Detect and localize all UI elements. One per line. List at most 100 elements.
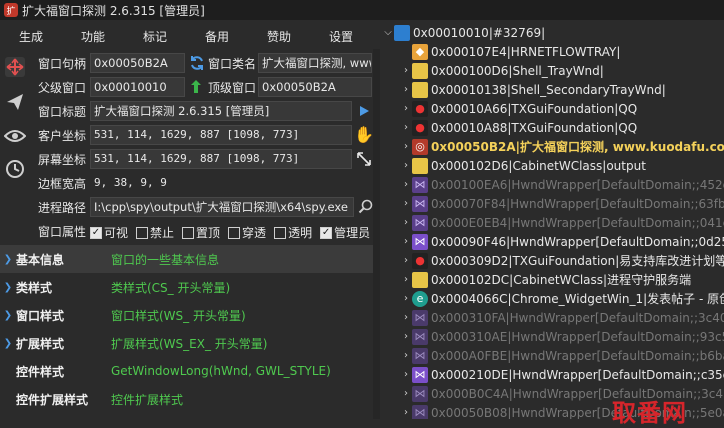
tree-node[interactable]: › ⋈ 0x000E0EB4|HwndWrapper[DefaultDomain… <box>400 213 724 232</box>
chevron-down-icon[interactable]: ⌵ <box>382 27 394 38</box>
chevron-right-icon[interactable]: › <box>400 407 412 418</box>
chevron-right-icon[interactable]: › <box>400 122 412 133</box>
tree-node-label: 0x000102DC|CabinetWClass|进程守护服务端 <box>431 273 692 287</box>
prop-row-ex-style[interactable]: ❯ 扩展样式 扩展样式(WS_EX_ 开头常量) <box>0 329 373 357</box>
client-coords-label: 客户坐标 <box>38 128 87 143</box>
transparent-checkbox[interactable]: 透明 <box>274 224 312 241</box>
watermark-logo: 取番网 <box>612 398 687 427</box>
prop-row-control-style[interactable]: 控件样式 GetWindowLong(hWnd, GWL_STYLE) <box>0 357 373 385</box>
prop-row-control-ex-style[interactable]: 控件扩展样式 控件扩展样式 <box>0 385 373 413</box>
vs-icon: ⋈ <box>412 385 428 402</box>
goto-parent-icon[interactable] <box>190 79 206 95</box>
send-icon[interactable] <box>3 90 27 114</box>
chevron-right-icon[interactable]: › <box>400 141 412 152</box>
topmost-checkbox[interactable]: 置顶 <box>182 224 220 241</box>
tree-node[interactable]: ⌵ 0x00010010|#32769| <box>382 23 545 42</box>
chevron-right-icon[interactable]: › <box>400 84 412 95</box>
chevron-right-icon[interactable]: › <box>400 103 412 114</box>
tree-node[interactable]: › ● 0x00010A88|TXGuiFoundation|QQ <box>400 118 637 137</box>
chevron-right-icon[interactable]: › <box>400 274 412 285</box>
window-title-field[interactable]: 扩大福窗口探测 2.6.315 [管理员] <box>90 101 352 121</box>
prop-row-window-style[interactable]: ❯ 窗口样式 窗口样式(WS_ 开头常量) <box>0 301 373 329</box>
chevron-right-icon[interactable]: › <box>400 350 412 361</box>
passthrough-checkbox[interactable]: 穿透 <box>228 224 266 241</box>
tree-node[interactable]: › 0x000102DC|CabinetWClass|进程守护服务端 <box>400 270 691 289</box>
menu-settings[interactable]: 设置 <box>310 27 372 47</box>
tree-node[interactable]: › ⋈ 0x000310FA|HwndWrapper[DefaultDomain… <box>400 308 724 327</box>
menu-spare[interactable]: 备用 <box>186 27 248 47</box>
client-row: 客户坐标 531, 114, 1629, 887 [1098, 773] ✋ <box>32 125 374 145</box>
tree-node[interactable]: › ⋈ 0x00070F84|HwndWrapper[DefaultDomain… <box>400 194 724 213</box>
disabled-checkbox[interactable]: 禁止 <box>136 224 174 241</box>
chevron-right-icon[interactable]: › <box>400 236 412 247</box>
tree-node[interactable]: › e 0x0004066C|Chrome_WidgetWin_1|发表帖子 -… <box>400 289 724 308</box>
handle-field[interactable]: 0x00050B2A <box>90 53 185 73</box>
folder-icon <box>412 271 428 288</box>
tree-node[interactable]: › 0x00010138|Shell_SecondaryTrayWnd| <box>400 80 666 99</box>
handle-label: 窗口句柄 <box>38 56 87 71</box>
tree-node[interactable]: › 0x000102D6|CabinetWClass|output <box>400 156 646 175</box>
screen-coords-field[interactable]: 531, 114, 1629, 887 [1098, 773] <box>90 149 352 169</box>
admin-checkbox[interactable]: ✓ 管理员 <box>320 224 370 241</box>
client-coords-field[interactable]: 531, 114, 1629, 887 [1098, 773] <box>90 125 352 145</box>
chevron-right-icon[interactable]: › <box>400 255 412 266</box>
prop-value: GetWindowLong(hWnd, GWL_STYLE) <box>111 364 331 378</box>
menu-generate[interactable]: 生成 <box>0 27 62 47</box>
tree-node-label: 0x0004066C|Chrome_WidgetWin_1|发表帖子 - 原创 <box>431 292 724 306</box>
checkbox-unchecked-icon <box>136 226 149 239</box>
process-path-field[interactable]: I:\cpp\spy\output\扩大福窗口探测\x64\spy.exe <box>90 197 354 217</box>
tree-node[interactable]: ◆ 0x000107E4|HRNETFLOWTRAY| <box>400 42 620 61</box>
chevron-right-icon[interactable]: › <box>400 65 412 76</box>
play-icon[interactable] <box>358 105 370 117</box>
prop-row-class-style[interactable]: ❯ 类样式 类样式(CS_ 开头常量) <box>0 273 373 301</box>
tree-node[interactable]: › ● 0x00010A66|TXGuiFoundation|QQ <box>400 99 637 118</box>
tree-node[interactable]: › ⋈ 0x000310AE|HwndWrapper[DefaultDomain… <box>400 327 724 346</box>
screen-row: 屏幕坐标 531, 114, 1629, 887 [1098, 773] <box>32 149 372 169</box>
tree-node[interactable]: › ⋈ 0x00090F46|HwndWrapper[DefaultDomain… <box>400 232 724 251</box>
tree-node[interactable]: › ⋈ 0x000210DE|HwndWrapper[DefaultDomain… <box>400 365 724 384</box>
tool-strip <box>0 49 30 199</box>
parent-field[interactable]: 0x00010010 <box>90 77 185 97</box>
window-tree[interactable]: ⌵ 0x00010010|#32769| ◆ 0x000107E4|HRNETF… <box>382 22 724 419</box>
visible-checkbox[interactable]: ✓ 可视 <box>90 224 128 241</box>
prop-row-basic-info[interactable]: ❯ 基本信息 窗口的一些基本信息 <box>0 245 373 273</box>
tree-node-selected[interactable]: › ◎ 0x00050B2A|扩大福窗口探测, www.kuodafu.com|… <box>400 137 724 156</box>
hand-cursor-icon[interactable]: ✋ <box>354 125 374 145</box>
resize-icon[interactable] <box>356 151 372 167</box>
prop-value: 窗口的一些基本信息 <box>111 252 220 267</box>
tree-node[interactable]: › ⋈ 0x00100EA6|HwndWrapper[DefaultDomain… <box>400 175 724 194</box>
chevron-right-icon[interactable]: › <box>400 388 412 399</box>
chevron-right-icon[interactable]: › <box>400 312 412 323</box>
chevron-right-icon[interactable]: › <box>400 331 412 342</box>
vs-icon: ⋈ <box>412 404 428 419</box>
search-icon[interactable] <box>358 199 374 215</box>
menu-function[interactable]: 功能 <box>62 27 124 47</box>
classname-field[interactable]: 扩大福窗口探测, www.kud <box>258 53 372 73</box>
refresh-icon[interactable] <box>188 54 206 72</box>
splitter-scrollbar[interactable] <box>373 49 380 419</box>
chevron-right-icon[interactable]: › <box>400 179 412 190</box>
clock-icon[interactable] <box>3 157 27 181</box>
border-size-value: 9, 38, 9, 9 <box>94 176 167 189</box>
transparent-checkbox-label: 透明 <box>288 226 313 240</box>
chevron-right-icon[interactable]: › <box>400 217 412 228</box>
prop-value: 类样式(CS_ 开头常量) <box>111 280 231 295</box>
eye-icon[interactable] <box>3 124 27 148</box>
tree-node[interactable]: › 0x000100D6|Shell_TrayWnd| <box>400 61 604 80</box>
chevron-right-icon[interactable]: › <box>400 293 412 304</box>
checkbox-unchecked-icon <box>182 226 195 239</box>
tree-node[interactable]: › ⋈ 0x000A0FBE|HwndWrapper[DefaultDomain… <box>400 346 724 365</box>
chevron-right-icon[interactable]: › <box>400 198 412 209</box>
crosshair-finder-icon[interactable] <box>3 55 27 79</box>
menu-mark[interactable]: 标记 <box>124 27 186 47</box>
title-row: 窗口标题 扩大福窗口探测 2.6.315 [管理员] <box>32 101 372 121</box>
chevron-right-icon: ❯ <box>3 281 13 293</box>
prop-name: 控件扩展样式 <box>16 392 89 407</box>
toplevel-field[interactable]: 0x00050B2A <box>258 77 372 97</box>
tree-node[interactable]: › ● 0x000309D2|TXGuiFoundation|易支持库改进计划等… <box>400 251 724 270</box>
vs-icon: ⋈ <box>412 233 428 250</box>
menu-sponsor[interactable]: 赞助 <box>248 27 310 47</box>
left-pane: 窗口句柄 0x00050B2A 窗口类名 扩大福窗口探测, www.kud 父级… <box>0 49 380 419</box>
chevron-right-icon[interactable]: › <box>400 160 412 171</box>
chevron-right-icon[interactable]: › <box>400 369 412 380</box>
